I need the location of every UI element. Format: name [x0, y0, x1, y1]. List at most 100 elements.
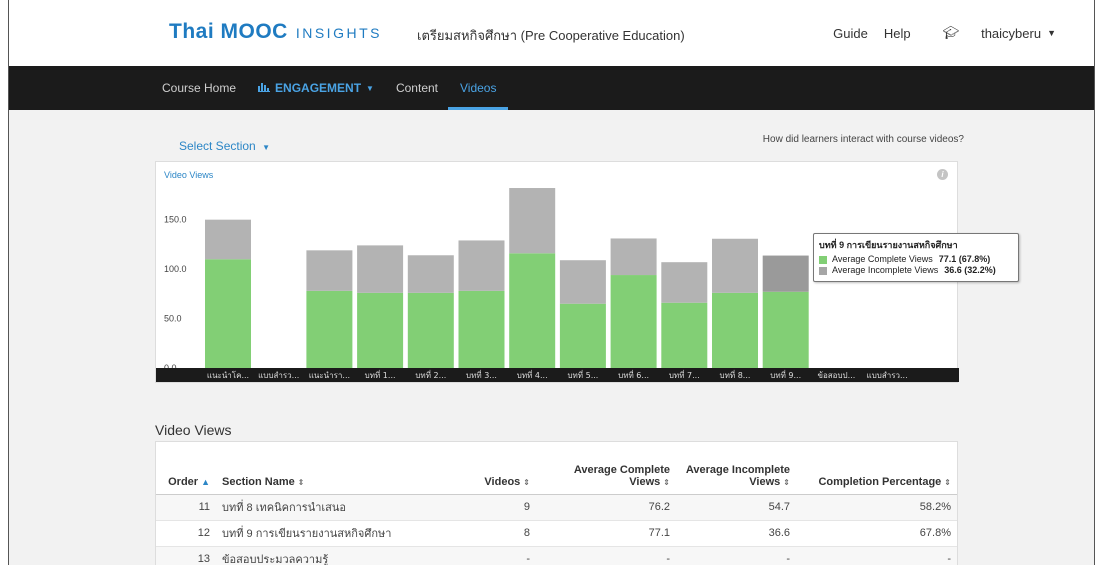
select-section-label: Select Section	[179, 139, 256, 153]
tooltip-label: Average Complete Views	[832, 254, 933, 264]
main-navbar: Course Home ENGAGEMENT ▼ Content Videos	[9, 66, 1094, 110]
x-tick-label: ข้อสอบป...	[818, 371, 856, 380]
x-tick-label: บทที่ 8...	[720, 369, 751, 380]
cell-videos: 9	[466, 494, 536, 521]
nav-videos[interactable]: Videos	[447, 66, 510, 110]
cell-order: 13	[156, 546, 216, 565]
bar-incomplete-views[interactable]	[762, 255, 809, 292]
bar-complete-views[interactable]	[712, 292, 758, 368]
bar-incomplete-views[interactable]	[610, 238, 657, 276]
sort-icon: ⇕	[297, 477, 305, 487]
sort-icon: ⇕	[523, 477, 530, 487]
guide-link[interactable]: Guide	[833, 26, 868, 41]
x-tick-label: แบบสำรว...	[258, 371, 299, 380]
y-tick-label: 150.0	[164, 215, 187, 225]
bar-complete-views[interactable]	[407, 292, 454, 368]
cell-avg-incomplete: -	[676, 546, 796, 565]
bar-incomplete-views[interactable]	[661, 262, 708, 303]
sort-icon: ⇕	[783, 477, 790, 487]
x-tick-label: บทที่ 9...	[770, 369, 801, 380]
nav-course-home[interactable]: Course Home	[162, 66, 236, 110]
tooltip-title: บทที่ 9 การเขียนรายงานสหกิจศึกษา	[819, 240, 958, 250]
help-link[interactable]: Help	[884, 26, 911, 41]
chevron-down-icon: ▼	[262, 143, 270, 152]
sort-icon: ⇕	[944, 477, 951, 487]
bar-complete-views[interactable]	[205, 259, 251, 368]
x-tick-label: บทที่ 4...	[517, 369, 548, 380]
bar-complete-views[interactable]	[306, 290, 353, 368]
nav-engagement-label: ENGAGEMENT	[275, 81, 362, 95]
cell-completion-percentage: 67.8%	[796, 520, 957, 547]
table-header-row: Order ▲ Section Name ⇕ Videos ⇕ Average Com…	[156, 442, 957, 495]
nav-engagement-dropdown[interactable]: ENGAGEMENT ▼	[258, 66, 374, 110]
table-row: 12 บทที่ 9 การเขียนรายงานสหกิจศึกษา 8 77…	[156, 520, 957, 547]
cell-order: 12	[156, 520, 216, 547]
brand-logo[interactable]: Thai MOOC INSIGHTS	[169, 20, 382, 44]
bar-incomplete-views[interactable]	[458, 240, 505, 291]
column-header-order[interactable]: Order ▲	[156, 442, 216, 495]
sort-asc-icon: ▲	[201, 476, 210, 487]
x-tick-label: บทที่ 1...	[365, 369, 396, 380]
table-row: 13 ข้อสอบประมวลความรู้ - - - -	[156, 546, 957, 565]
y-tick-label: 50.0	[164, 314, 182, 324]
x-tick-label: แนะนำรา...	[309, 371, 350, 380]
x-tick-label: บทที่ 2...	[415, 369, 446, 380]
cell-section-name: บทที่ 8 เทคนิคการนำเสนอ	[216, 494, 466, 521]
graduation-cap-icon: 🎓︎	[942, 25, 960, 40]
table-heading: Video Views	[155, 422, 232, 438]
y-tick-label: 100.0	[164, 264, 187, 274]
bar-incomplete-views[interactable]	[205, 219, 251, 260]
tooltip-swatch-complete	[819, 255, 827, 264]
column-header-section-name[interactable]: Section Name ⇕	[216, 442, 466, 495]
bar-incomplete-views[interactable]	[306, 250, 353, 291]
tooltip-label: Average Incomplete Views	[832, 265, 939, 275]
top-links: Guide Help 🎓︎ thaicyberu ▼	[817, 25, 1056, 41]
select-section-dropdown[interactable]: Select Section ▼	[179, 139, 270, 153]
column-header-videos[interactable]: Videos ⇕	[466, 442, 536, 495]
x-tick-label: แบบสำรว...	[867, 371, 908, 380]
bar-incomplete-views[interactable]	[509, 188, 556, 254]
bar-complete-views[interactable]	[509, 253, 556, 368]
bar-chart-icon	[258, 82, 271, 95]
bar-complete-views[interactable]	[458, 290, 505, 368]
bar-complete-views[interactable]	[661, 302, 708, 368]
username: thaicyberu	[981, 25, 1042, 41]
bar-complete-views[interactable]	[559, 303, 606, 368]
cell-section-name: บทที่ 9 การเขียนรายงานสหกิจศึกษา	[216, 520, 466, 547]
x-tick-label: บทที่ 7...	[669, 369, 700, 380]
cell-avg-incomplete: 54.7	[676, 494, 796, 521]
cell-completion-percentage: 58.2%	[796, 494, 957, 521]
column-header-avg-incomplete[interactable]: Average Incomplete Views ⇕	[676, 442, 796, 495]
tooltip-value: 36.6 (32.2%)	[944, 265, 996, 275]
bar-incomplete-views[interactable]	[407, 255, 454, 293]
cell-avg-incomplete: 36.6	[676, 520, 796, 547]
cell-section-name: ข้อสอบประมวลความรู้	[216, 546, 466, 565]
tooltip-row: Average Complete Views 77.1 (67.8%)	[819, 254, 1013, 265]
brand-main-text: Thai MOOC	[169, 20, 288, 43]
table-row: 11 บทที่ 8 เทคนิคการนำเสนอ 9 76.2 54.7 5…	[156, 494, 957, 521]
x-tick-label: บทที่ 6...	[618, 369, 649, 380]
nav-content[interactable]: Content	[396, 66, 438, 110]
bar-incomplete-views[interactable]	[357, 245, 404, 293]
video-views-chart-panel: Video Views i 0.050.0100.0150.0แนะนำโค..…	[155, 161, 1019, 383]
tooltip-value: 77.1 (67.8%)	[938, 254, 991, 264]
chart-tooltip: บทที่ 9 การเขียนรายงานสหกิจศึกษา Average…	[813, 233, 1019, 282]
sort-icon: ⇕	[663, 477, 670, 487]
column-header-avg-complete[interactable]: Average Complete Views ⇕	[536, 442, 676, 495]
video-views-table-panel: Order ▲ Section Name ⇕ Videos ⇕ Average Com…	[155, 441, 958, 565]
brand-sub-text: INSIGHTS	[295, 25, 382, 41]
chevron-down-icon: ▼	[366, 83, 374, 93]
bar-complete-views[interactable]	[357, 292, 404, 368]
bar-incomplete-views[interactable]	[559, 260, 606, 304]
column-header-completion-percentage[interactable]: Completion Percentage ⇕	[796, 442, 957, 495]
cell-avg-complete: 77.1	[536, 520, 676, 547]
x-tick-label: แนะนำโค...	[207, 370, 249, 380]
bar-complete-views[interactable]	[762, 291, 809, 368]
top-header: Thai MOOC INSIGHTS เตรียมสหกิจศึกษา (Pre…	[9, 0, 1094, 66]
bar-complete-views[interactable]	[610, 275, 657, 368]
cell-videos: 8	[466, 520, 536, 547]
tooltip-row: Average Incomplete Views 36.6 (32.2%)	[819, 265, 1013, 276]
browser-frame: Thai MOOC INSIGHTS เตรียมสหกิจศึกษา (Pre…	[8, 0, 1095, 565]
user-menu[interactable]: 🎓︎ thaicyberu ▼	[927, 25, 1056, 41]
bar-incomplete-views[interactable]	[712, 238, 758, 293]
